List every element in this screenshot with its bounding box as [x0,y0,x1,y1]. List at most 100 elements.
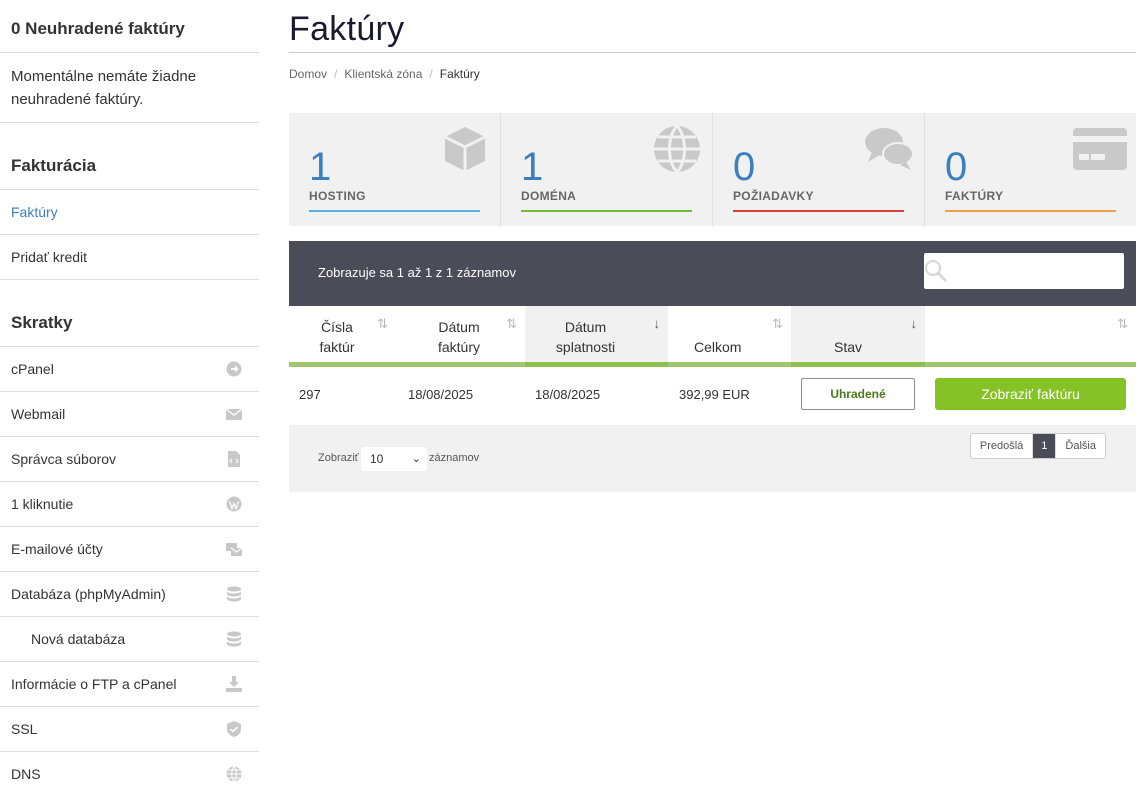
shortcut-webmail[interactable]: Webmail [0,392,259,437]
shield-icon [226,721,242,737]
shortcut-new-database[interactable]: Nová databáza [0,617,259,662]
globe-icon [652,124,702,174]
column-label: Čísla faktúr [319,319,355,355]
globe-icon [226,766,242,782]
stat-label: FAKTÚRY [945,189,1004,203]
column-label: Dátum faktúry [437,319,480,355]
search-input[interactable] [924,253,1124,289]
sort-icon: ⇅ [772,316,783,331]
view-invoice-button[interactable]: Zobraziť faktúru [935,378,1126,410]
arrow-circle-right-icon [226,361,242,377]
shortcut-label: Správca súborov [11,451,117,467]
shortcut-dns[interactable]: DNS [0,752,259,790]
shortcut-label: Databáza (phpMyAdmin) [11,586,166,602]
breadcrumb-current: Faktúry [439,67,480,81]
shortcut-ftp-info[interactable]: Informácie o FTP a cPanel [0,662,259,707]
database-icon [226,586,242,602]
breadcrumb-home[interactable]: Domov [289,67,327,81]
cell-total: 392,99 EUR [679,387,750,402]
shortcut-label: Webmail [11,406,66,422]
cell-invoice-number: 297 [299,387,321,402]
stat-invoices[interactable]: 0 FAKTÚRY [925,113,1136,226]
envelope-icon [226,406,242,422]
shortcut-file-manager[interactable]: Správca súborov [0,437,259,482]
sort-desc-icon: ↓ [653,316,661,331]
sidebar-item-add-credit[interactable]: Pridať kredit [0,235,259,280]
cube-icon [440,124,490,174]
stat-bar [521,210,692,212]
shortcut-email-accounts[interactable]: E-mailové účty [0,527,259,572]
column-status[interactable]: Stav ↓ [791,306,925,367]
billing-section-title: Fakturácia [0,123,259,190]
shortcut-database[interactable]: Databáza (phpMyAdmin) [0,572,259,617]
table-info: Zobrazuje sa 1 až 1 z 1 záznamov [318,265,516,280]
column-label: Celkom [694,339,742,355]
table-footer: Zobraziť 10 ⌄ záznamov Predošlá 1 Ďalšia [289,425,1136,492]
column-total[interactable]: Celkom ⇅ [668,306,791,367]
page-size-suffix: záznamov [429,452,480,464]
column-due-date[interactable]: Dátum splatnosti ↓ [525,306,668,367]
shortcut-label: Informácie o FTP a cPanel [11,676,177,692]
comments-icon [864,124,914,174]
sort-desc-icon: ↓ [910,316,918,331]
stat-tickets[interactable]: 0 POŽIADAVKY [713,113,925,226]
sidebar-item-label: Pridať kredit [11,249,88,265]
stat-label: POŽIADAVKY [733,189,814,203]
stat-domain[interactable]: 1 DOMÉNA [501,113,713,226]
stats-tiles: 1 HOSTING 1 DOMÉNA 0 POŽIADAVKY 0 FAKTÚR… [289,113,1136,226]
pagination: Predošlá 1 Ďalšia [969,433,1106,459]
wordpress-icon [226,496,242,512]
table-row[interactable]: 297 18/08/2025 18/08/2025 392,99 EUR Uhr… [289,367,1136,425]
shortcut-ssl[interactable]: SSL [0,707,259,752]
column-invoice-number[interactable]: Čísla faktúr ⇅ [289,306,398,367]
page-title: Faktúry [289,0,1136,53]
stat-value: 1 [309,145,332,189]
shortcut-label: DNS [11,766,41,782]
column-invoice-date[interactable]: Dátum faktúry ⇅ [398,306,525,367]
sort-icon: ⇅ [1117,316,1128,331]
page-size-select[interactable]: 10 ⌄ [361,447,427,471]
table-header: Čísla faktúr ⇅ Dátum faktúry ⇅ Dátum spl… [289,306,1136,367]
stat-bar [309,210,480,212]
breadcrumb: Domov / Klientská zóna / Faktúry [289,53,1136,95]
database-icon [226,631,242,647]
shortcut-label: SSL [11,721,38,737]
stat-value: 0 [945,145,968,189]
column-actions[interactable]: ⇅ [925,306,1136,367]
stat-value: 1 [521,145,544,189]
stat-value: 0 [733,145,756,189]
breadcrumb-separator: / [429,67,433,81]
status-badge: Uhradené [801,378,915,410]
mail-accounts-icon [226,541,242,557]
cell-due-date: 18/08/2025 [535,387,601,402]
shortcut-label: 1 kliknutie [11,496,74,512]
breadcrumb-separator: / [334,67,338,81]
file-code-icon [226,451,242,467]
table-toolbar: Zobrazuje sa 1 až 1 z 1 záznamov [289,241,1136,306]
stat-label: DOMÉNA [521,189,577,203]
stat-bar [945,210,1116,212]
credit-card-icon [1072,124,1128,174]
unpaid-invoices-text: Momentálne nemáte žiadne neuhradené fakt… [0,53,259,123]
stat-hosting[interactable]: 1 HOSTING [289,113,501,226]
stat-label: HOSTING [309,189,366,203]
sidebar: 0 Neuhradené faktúry Momentálne nemáte ž… [0,0,259,790]
shortcut-one-click[interactable]: 1 kliknutie [0,482,259,527]
download-icon [226,676,242,692]
shortcut-label: Nová databáza [31,631,126,647]
sidebar-item-label: Faktúry [11,204,58,220]
sort-icon: ⇅ [377,316,388,331]
unpaid-invoices-title: 0 Neuhradené faktúry [0,0,259,53]
pagination-next[interactable]: Ďalšia [1056,434,1105,458]
pagination-prev[interactable]: Predošlá [971,434,1034,458]
main-content: Faktúry Domov / Klientská zóna / Faktúry 1 H… [289,0,1136,492]
column-label: Stav [834,339,863,355]
stat-bar [733,210,904,212]
breadcrumb-client-area[interactable]: Klientská zóna [344,67,422,81]
sidebar-item-invoices[interactable]: Faktúry [0,190,259,235]
search-icon [924,259,948,283]
shortcut-cpanel[interactable]: cPanel [0,347,259,392]
shortcut-label: E-mailové účty [11,541,103,557]
cell-invoice-date: 18/08/2025 [408,387,474,402]
pagination-page-current[interactable]: 1 [1033,434,1057,458]
